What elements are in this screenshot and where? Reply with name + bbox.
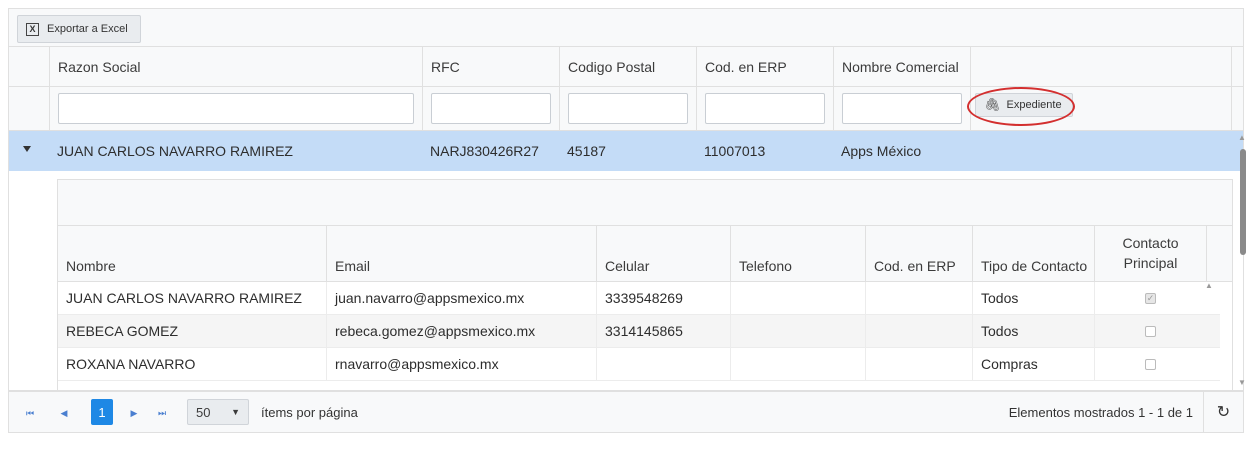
chevron-down-icon: ▼ [231,407,240,417]
filter-scroll-spacer [1231,87,1243,130]
grid-header-row: Razon Social RFC Codigo Postal Cod. en E… [9,47,1243,87]
next-page-icon[interactable]: ▶ [123,402,145,424]
filter-razon-social-cell [49,87,422,130]
table-row[interactable]: JUAN CARLOS NAVARRO RAMIREZ juan.navarro… [58,282,1220,315]
detail-cell-tipo-contacto: Todos [972,282,1094,314]
detail-header-cod-erp[interactable]: Cod. en ERP [865,226,972,281]
detail-header-tipo-contacto[interactable]: Tipo de Contacto [972,226,1094,281]
expediente-button[interactable]: 🖇 Expediente [975,93,1073,117]
detail-cell-principal [1094,315,1206,347]
detail-header-telefono[interactable]: Telefono [730,226,865,281]
detail-cell-nombre: REBECA GOMEZ [66,323,179,339]
first-page-icon[interactable]: ⏮ [19,402,41,424]
table-row[interactable]: REBECA GOMEZ rebeca.gomez@appsmexico.mx … [58,315,1220,348]
page-size-select[interactable]: 50 ▼ [187,399,249,425]
filter-nombre-comercial-cell [833,87,970,130]
grid-vertical-scrollbar[interactable]: ▲ ▼ [1235,131,1249,391]
cell-cod-erp: 11007013 [704,143,766,159]
detail-cell-principal: ✓ [1094,282,1206,314]
header-actions [970,47,1231,86]
detail-cell-telefono [730,348,865,380]
cell-razon-social: JUAN CARLOS NAVARRO RAMIREZ [57,143,293,159]
expediente-label: Expediente [1006,99,1062,111]
detail-cell-cod-erp [865,348,972,380]
page-size-label: ítems por página [261,405,358,420]
detail-header-row: Nombre Email Celular Telefono Cod. en ER… [58,226,1232,282]
filter-razon-social-input[interactable] [58,93,414,124]
table-row[interactable]: JUAN CARLOS NAVARRO RAMIREZ NARJ830426R2… [9,131,1243,171]
detail-cell-tipo-contacto: Todos [972,315,1094,347]
header-razon-social[interactable]: Razon Social [49,47,422,86]
detail-cell-email: juan.navarro@appsmexico.mx [326,282,596,314]
detail-cell-celular: 3339548269 [596,282,730,314]
detail-cell-principal [1094,348,1206,380]
header-expand-cell [9,47,49,86]
header-scroll-spacer [1231,47,1243,86]
header-codigo-postal[interactable]: Codigo Postal [559,47,696,86]
export-excel-button[interactable]: X Exportar a Excel [17,15,141,43]
detail-header-email[interactable]: Email [326,226,596,281]
grid-toolbar: X Exportar a Excel [8,8,1244,46]
scroll-down-icon[interactable]: ▼ [1238,378,1246,387]
filter-codigo-postal-cell [559,87,696,130]
contacts-detail-grid: Nombre Email Celular Telefono Cod. en ER… [57,179,1233,390]
detail-header-nombre[interactable]: Nombre [58,226,326,281]
detail-header-contacto-principal-line2: Principal [1123,255,1178,271]
principal-checkbox[interactable]: ✓ [1145,292,1156,304]
scrollbar-thumb[interactable] [1240,149,1246,255]
header-rfc[interactable]: RFC [422,47,559,86]
detail-cell-celular: 3314145865 [596,315,730,347]
detail-cell-telefono [730,282,865,314]
filter-cod-erp-cell [696,87,833,130]
filter-cod-erp-input[interactable] [705,93,825,124]
filter-rfc-input[interactable] [431,93,551,124]
refresh-icon[interactable]: ↻ [1203,392,1243,432]
filter-expand-cell [9,87,49,130]
collapse-arrow-icon[interactable] [23,146,31,152]
filter-nombre-comercial-input[interactable] [842,93,962,124]
header-nombre-comercial[interactable]: Nombre Comercial [833,47,970,86]
detail-toolbar [58,180,1232,226]
detail-header-contacto-principal[interactable]: Contacto Principal [1094,226,1206,281]
prev-page-icon[interactable]: ◀ [53,402,75,424]
detail-cell-cod-erp [865,315,972,347]
detail-header-spacer [1206,226,1220,281]
export-excel-label: Exportar a Excel [47,23,128,35]
detail-cell-tipo-contacto: Compras [972,348,1094,380]
filter-codigo-postal-input[interactable] [568,93,688,124]
detail-cell-cod-erp [865,282,972,314]
page-size-value: 50 [196,404,211,420]
table-row[interactable]: ROXANA NAVARRO rnavarro@appsmexico.mx Co… [58,348,1220,381]
detail-cell-nombre: JUAN CARLOS NAVARRO RAMIREZ [66,290,302,306]
scroll-up-icon[interactable]: ▲ [1238,133,1246,142]
excel-icon: X [26,22,39,36]
cell-nombre-comercial: Apps México [841,143,922,159]
paperclip-icon: 🖇 [984,97,1001,112]
detail-header-contacto-principal-line1: Contacto [1122,235,1179,251]
cell-codigo-postal: 45187 [567,143,606,159]
grid-pager: ⏮ ◀ 1 ▶ ⏭ 50 ▼ ítems por página Elemento… [8,391,1244,433]
principal-checkbox[interactable] [1145,325,1156,337]
filter-rfc-cell [422,87,559,130]
detail-cell-email: rnavarro@appsmexico.mx [326,348,596,380]
last-page-icon[interactable]: ⏭ [151,402,173,424]
detail-cell-email: rebeca.gomez@appsmexico.mx [326,315,596,347]
detail-header-celular[interactable]: Celular [596,226,730,281]
header-cod-erp[interactable]: Cod. en ERP [696,47,833,86]
detail-cell-celular [596,348,730,380]
detail-cell-nombre: ROXANA NAVARRO [66,356,196,372]
page-number-button[interactable]: 1 [91,399,113,425]
detail-scroll-up-icon[interactable]: ▲ [1205,281,1213,290]
cell-rfc: NARJ830426R27 [430,143,539,159]
items-count-label: Elementos mostrados 1 - 1 de 1 [1008,405,1193,420]
principal-checkbox[interactable] [1145,358,1156,370]
detail-cell-telefono [730,315,865,347]
